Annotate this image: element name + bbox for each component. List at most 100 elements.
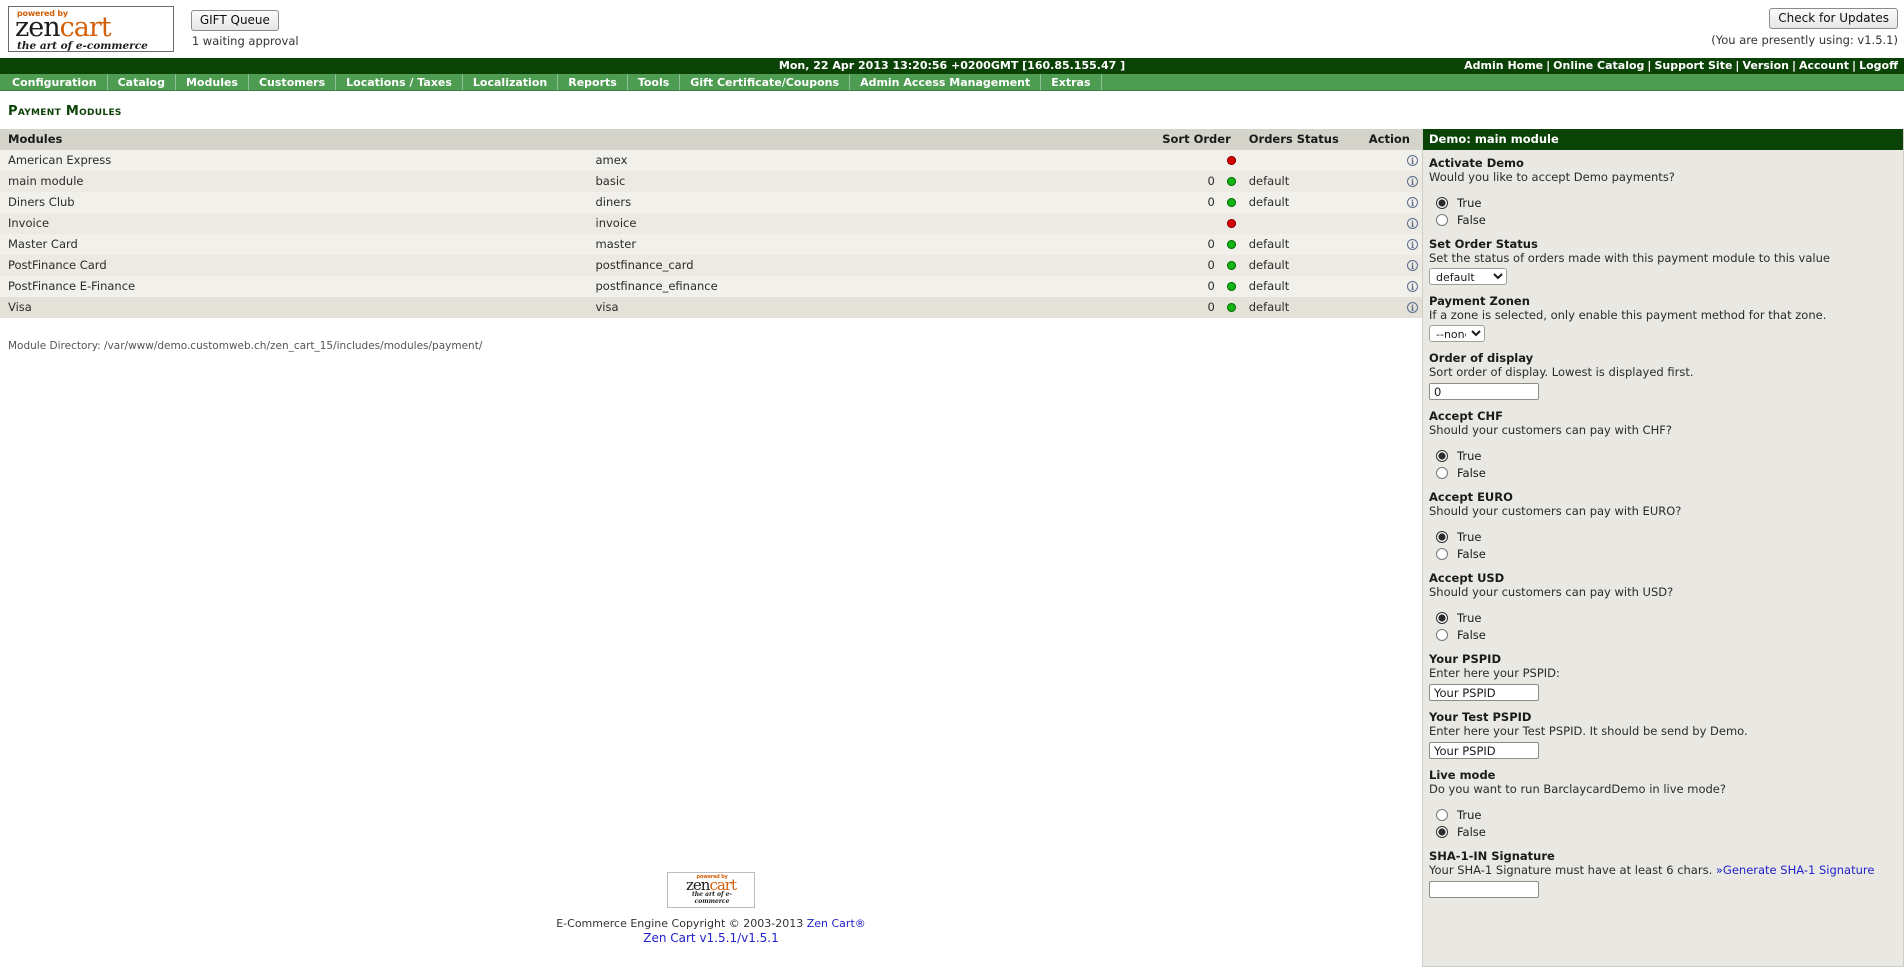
module-status-dot-cell[interactable]	[1219, 234, 1241, 255]
info-icon[interactable]: i	[1407, 239, 1418, 250]
info-icon[interactable]: i	[1407, 281, 1418, 292]
radio-label-false[interactable]: False	[1457, 213, 1486, 227]
menu-item-tools[interactable]: Tools	[628, 74, 680, 90]
generate-sha1-signature-link[interactable]: »Generate SHA-1 Signature	[1716, 863, 1875, 877]
radio-row-false[interactable]: False	[1429, 212, 1897, 228]
module-name-cell[interactable]: main module	[0, 171, 588, 192]
radio-activate-demo-true[interactable]	[1436, 197, 1448, 209]
module-status-dot-cell[interactable]	[1219, 276, 1241, 297]
radio-accept-euro-true[interactable]	[1436, 531, 1448, 543]
admin-link-account[interactable]: Account	[1799, 59, 1849, 72]
menu-item-locations-taxes[interactable]: Locations / Taxes	[336, 74, 463, 90]
info-icon[interactable]: i	[1407, 302, 1418, 313]
module-name-cell[interactable]: PostFinance E-Finance	[0, 276, 588, 297]
gift-queue-button[interactable]: GIFT Queue	[191, 10, 279, 31]
radio-label-true[interactable]: True	[1457, 611, 1481, 625]
status-disabled-icon[interactable]	[1227, 156, 1236, 165]
table-row[interactable]: main modulebasic0defaulti	[0, 171, 1422, 192]
module-name-cell[interactable]: Master Card	[0, 234, 588, 255]
input-your-test-pspid[interactable]	[1429, 742, 1539, 759]
radio-accept-euro-false[interactable]	[1436, 548, 1448, 560]
input-order-of-display[interactable]	[1429, 383, 1539, 400]
table-row[interactable]: American Expressamexi	[0, 150, 1422, 171]
input-your-pspid[interactable]	[1429, 684, 1539, 701]
module-name-cell[interactable]: Visa	[0, 297, 588, 318]
status-disabled-icon[interactable]	[1227, 219, 1236, 228]
radio-label-false[interactable]: False	[1457, 466, 1486, 480]
table-row[interactable]: Visavisa0defaulti	[0, 297, 1422, 318]
radio-row-false[interactable]: False	[1429, 465, 1897, 481]
radio-activate-demo-false[interactable]	[1436, 214, 1448, 226]
admin-link-online-catalog[interactable]: Online Catalog	[1553, 59, 1644, 72]
footer-zencart-link[interactable]: Zen Cart®	[807, 917, 866, 930]
status-enabled-icon[interactable]	[1227, 261, 1236, 270]
status-enabled-icon[interactable]	[1227, 282, 1236, 291]
menu-item-customers[interactable]: Customers	[249, 74, 336, 90]
module-name-cell[interactable]: Invoice	[0, 213, 588, 234]
radio-label-false[interactable]: False	[1457, 628, 1486, 642]
module-status-dot-cell[interactable]	[1219, 171, 1241, 192]
admin-link-support-site[interactable]: Support Site	[1654, 59, 1732, 72]
check-for-updates-button[interactable]: Check for Updates	[1769, 8, 1898, 29]
module-status-dot-cell[interactable]	[1219, 213, 1241, 234]
radio-row-false[interactable]: False	[1429, 627, 1897, 643]
select-set-order-status[interactable]: default	[1429, 268, 1507, 285]
status-enabled-icon[interactable]	[1227, 177, 1236, 186]
radio-label-true[interactable]: True	[1457, 808, 1481, 822]
menu-item-catalog[interactable]: Catalog	[108, 74, 176, 90]
radio-row-true[interactable]: True	[1429, 807, 1897, 823]
radio-accept-chf-true[interactable]	[1436, 450, 1448, 462]
admin-link-version[interactable]: Version	[1742, 59, 1789, 72]
status-enabled-icon[interactable]	[1227, 303, 1236, 312]
status-enabled-icon[interactable]	[1227, 240, 1236, 249]
table-row[interactable]: Master Cardmaster0defaulti	[0, 234, 1422, 255]
radio-live-mode-true[interactable]	[1436, 809, 1448, 821]
radio-accept-usd-true[interactable]	[1436, 612, 1448, 624]
menu-item-reports[interactable]: Reports	[558, 74, 628, 90]
info-icon[interactable]: i	[1407, 176, 1418, 187]
radio-label-true[interactable]: True	[1457, 449, 1481, 463]
radio-row-true[interactable]: True	[1429, 610, 1897, 626]
column-header-sort-order[interactable]: Sort Order	[1154, 129, 1241, 150]
menu-item-configuration[interactable]: Configuration	[2, 74, 108, 90]
radio-accept-chf-false[interactable]	[1436, 467, 1448, 479]
table-row[interactable]: PostFinance Cardpostfinance_card0default…	[0, 255, 1422, 276]
info-icon[interactable]: i	[1407, 218, 1418, 229]
radio-row-false[interactable]: False	[1429, 546, 1897, 562]
module-name-cell[interactable]: American Express	[0, 150, 588, 171]
radio-row-false[interactable]: False	[1429, 824, 1897, 840]
radio-label-false[interactable]: False	[1457, 547, 1486, 561]
menu-item-localization[interactable]: Localization	[463, 74, 558, 90]
radio-row-true[interactable]: True	[1429, 529, 1897, 545]
column-header-orders-status[interactable]: Orders Status	[1241, 129, 1361, 150]
radio-label-true[interactable]: True	[1457, 530, 1481, 544]
admin-link-logoff[interactable]: Logoff	[1859, 59, 1898, 72]
info-icon[interactable]: i	[1407, 197, 1418, 208]
module-status-dot-cell[interactable]	[1219, 150, 1241, 171]
module-name-cell[interactable]: Diners Club	[0, 192, 588, 213]
table-row[interactable]: Invoiceinvoicei	[0, 213, 1422, 234]
module-status-dot-cell[interactable]	[1219, 297, 1241, 318]
radio-row-true[interactable]: True	[1429, 195, 1897, 211]
info-icon[interactable]: i	[1407, 260, 1418, 271]
column-header-modules[interactable]: Modules	[0, 129, 588, 150]
menu-item-gift-certificate-coupons[interactable]: Gift Certificate/Coupons	[680, 74, 850, 90]
table-row[interactable]: PostFinance E-Financepostfinance_efinanc…	[0, 276, 1422, 297]
menu-item-modules[interactable]: Modules	[176, 74, 249, 90]
radio-label-false[interactable]: False	[1457, 825, 1486, 839]
status-enabled-icon[interactable]	[1227, 198, 1236, 207]
radio-row-true[interactable]: True	[1429, 448, 1897, 464]
radio-live-mode-false[interactable]	[1436, 826, 1448, 838]
admin-link-admin-home[interactable]: Admin Home	[1464, 59, 1543, 72]
menu-item-extras[interactable]: Extras	[1041, 74, 1101, 90]
table-row[interactable]: Diners Clubdiners0defaulti	[0, 192, 1422, 213]
input-sha-1-in-signature[interactable]	[1429, 881, 1539, 898]
menu-item-admin-access-management[interactable]: Admin Access Management	[850, 74, 1041, 90]
select-payment-zonen[interactable]: --none--	[1429, 325, 1485, 342]
info-icon[interactable]: i	[1407, 155, 1418, 166]
footer-version[interactable]: Zen Cart v1.5.1/v1.5.1	[0, 931, 1422, 945]
radio-label-true[interactable]: True	[1457, 196, 1481, 210]
module-status-dot-cell[interactable]	[1219, 255, 1241, 276]
module-status-dot-cell[interactable]	[1219, 192, 1241, 213]
radio-accept-usd-false[interactable]	[1436, 629, 1448, 641]
